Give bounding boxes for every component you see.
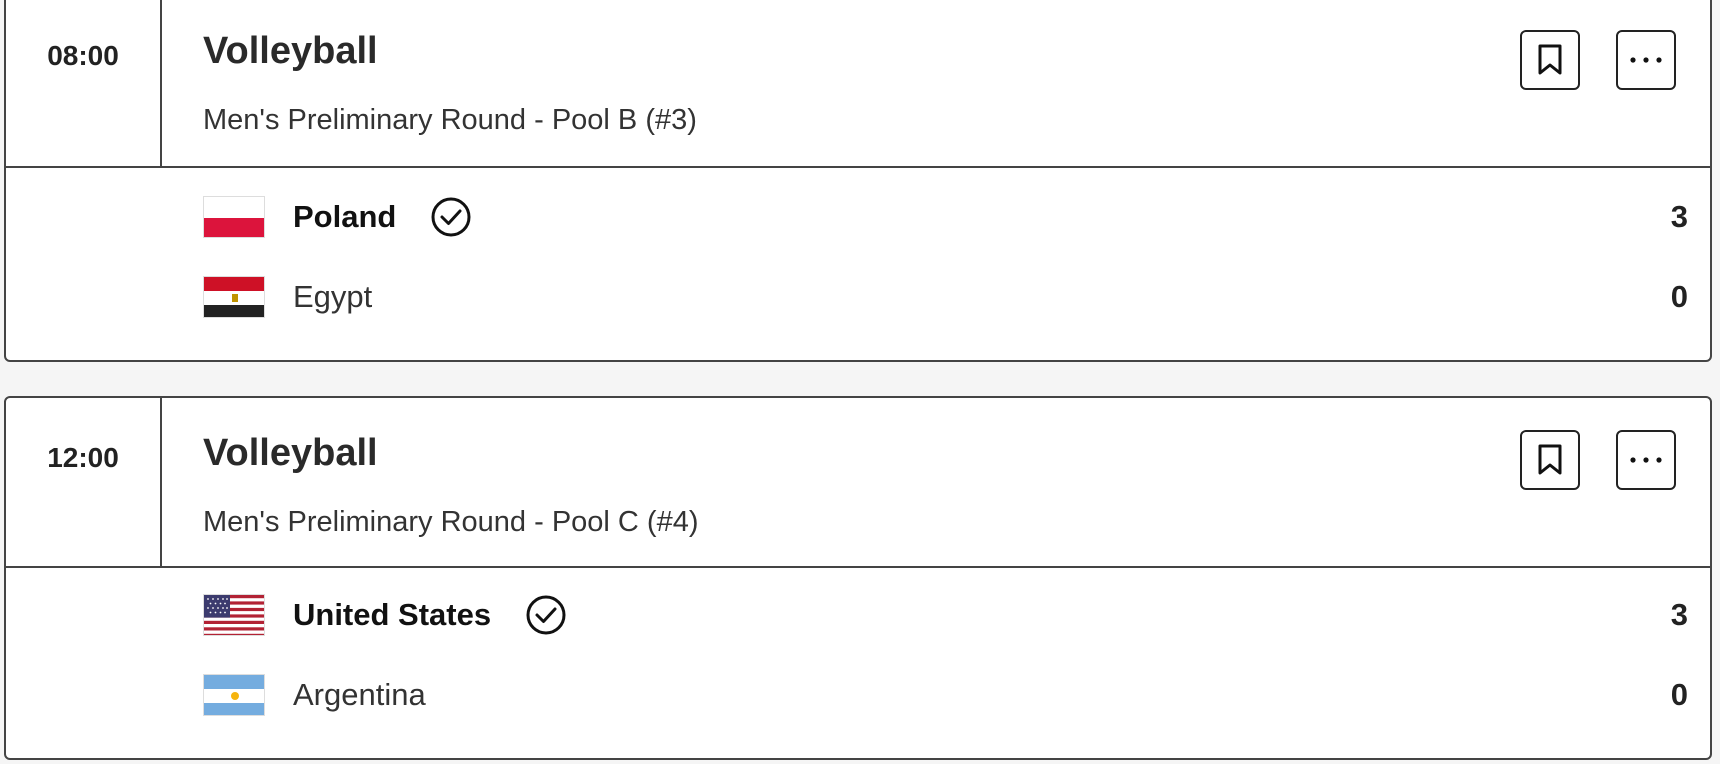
poland-flag (203, 196, 265, 238)
event-header: 08:00 Volleyball Men's Preliminary Round… (6, 0, 1710, 168)
more-options-button[interactable] (1616, 430, 1676, 490)
winner-check-icon (525, 594, 567, 636)
bookmark-button[interactable] (1520, 30, 1580, 90)
argentina-flag (203, 674, 265, 716)
team-score: 3 (1670, 597, 1688, 632)
bookmark-icon (1538, 444, 1562, 475)
event-sport: Volleyball (203, 30, 378, 72)
event-sport: Volleyball (203, 432, 378, 474)
egypt-flag (203, 276, 265, 318)
usa-flag (203, 594, 265, 636)
team-row: Egypt 0 (203, 274, 1688, 320)
event-round: Men's Preliminary Round - Pool C (#4) (203, 506, 699, 538)
team-name: United States (293, 597, 492, 632)
winner-check-icon (430, 196, 472, 238)
event-time: 12:00 (6, 398, 162, 566)
more-options-button[interactable] (1616, 30, 1676, 90)
event-time: 08:00 (6, 0, 162, 166)
team-score: 3 (1670, 199, 1688, 234)
team-row: Argentina 0 (203, 672, 1688, 718)
bookmark-button[interactable] (1520, 430, 1580, 490)
event-card[interactable]: 08:00 Volleyball Men's Preliminary Round… (4, 0, 1712, 362)
team-score: 0 (1670, 677, 1688, 712)
team-row: United States 3 (203, 592, 1688, 638)
team-name: Argentina (293, 677, 426, 712)
team-name: Poland (293, 199, 397, 234)
event-card[interactable]: 12:00 Volleyball Men's Preliminary Round… (4, 396, 1712, 760)
more-options-icon (1630, 57, 1662, 63)
team-name: Egypt (293, 279, 373, 314)
more-options-icon (1630, 457, 1662, 463)
bookmark-icon (1538, 44, 1562, 75)
team-score: 0 (1670, 279, 1688, 314)
event-header: 12:00 Volleyball Men's Preliminary Round… (6, 398, 1710, 568)
event-round: Men's Preliminary Round - Pool B (#3) (203, 104, 697, 136)
team-row: Poland 3 (203, 194, 1688, 240)
